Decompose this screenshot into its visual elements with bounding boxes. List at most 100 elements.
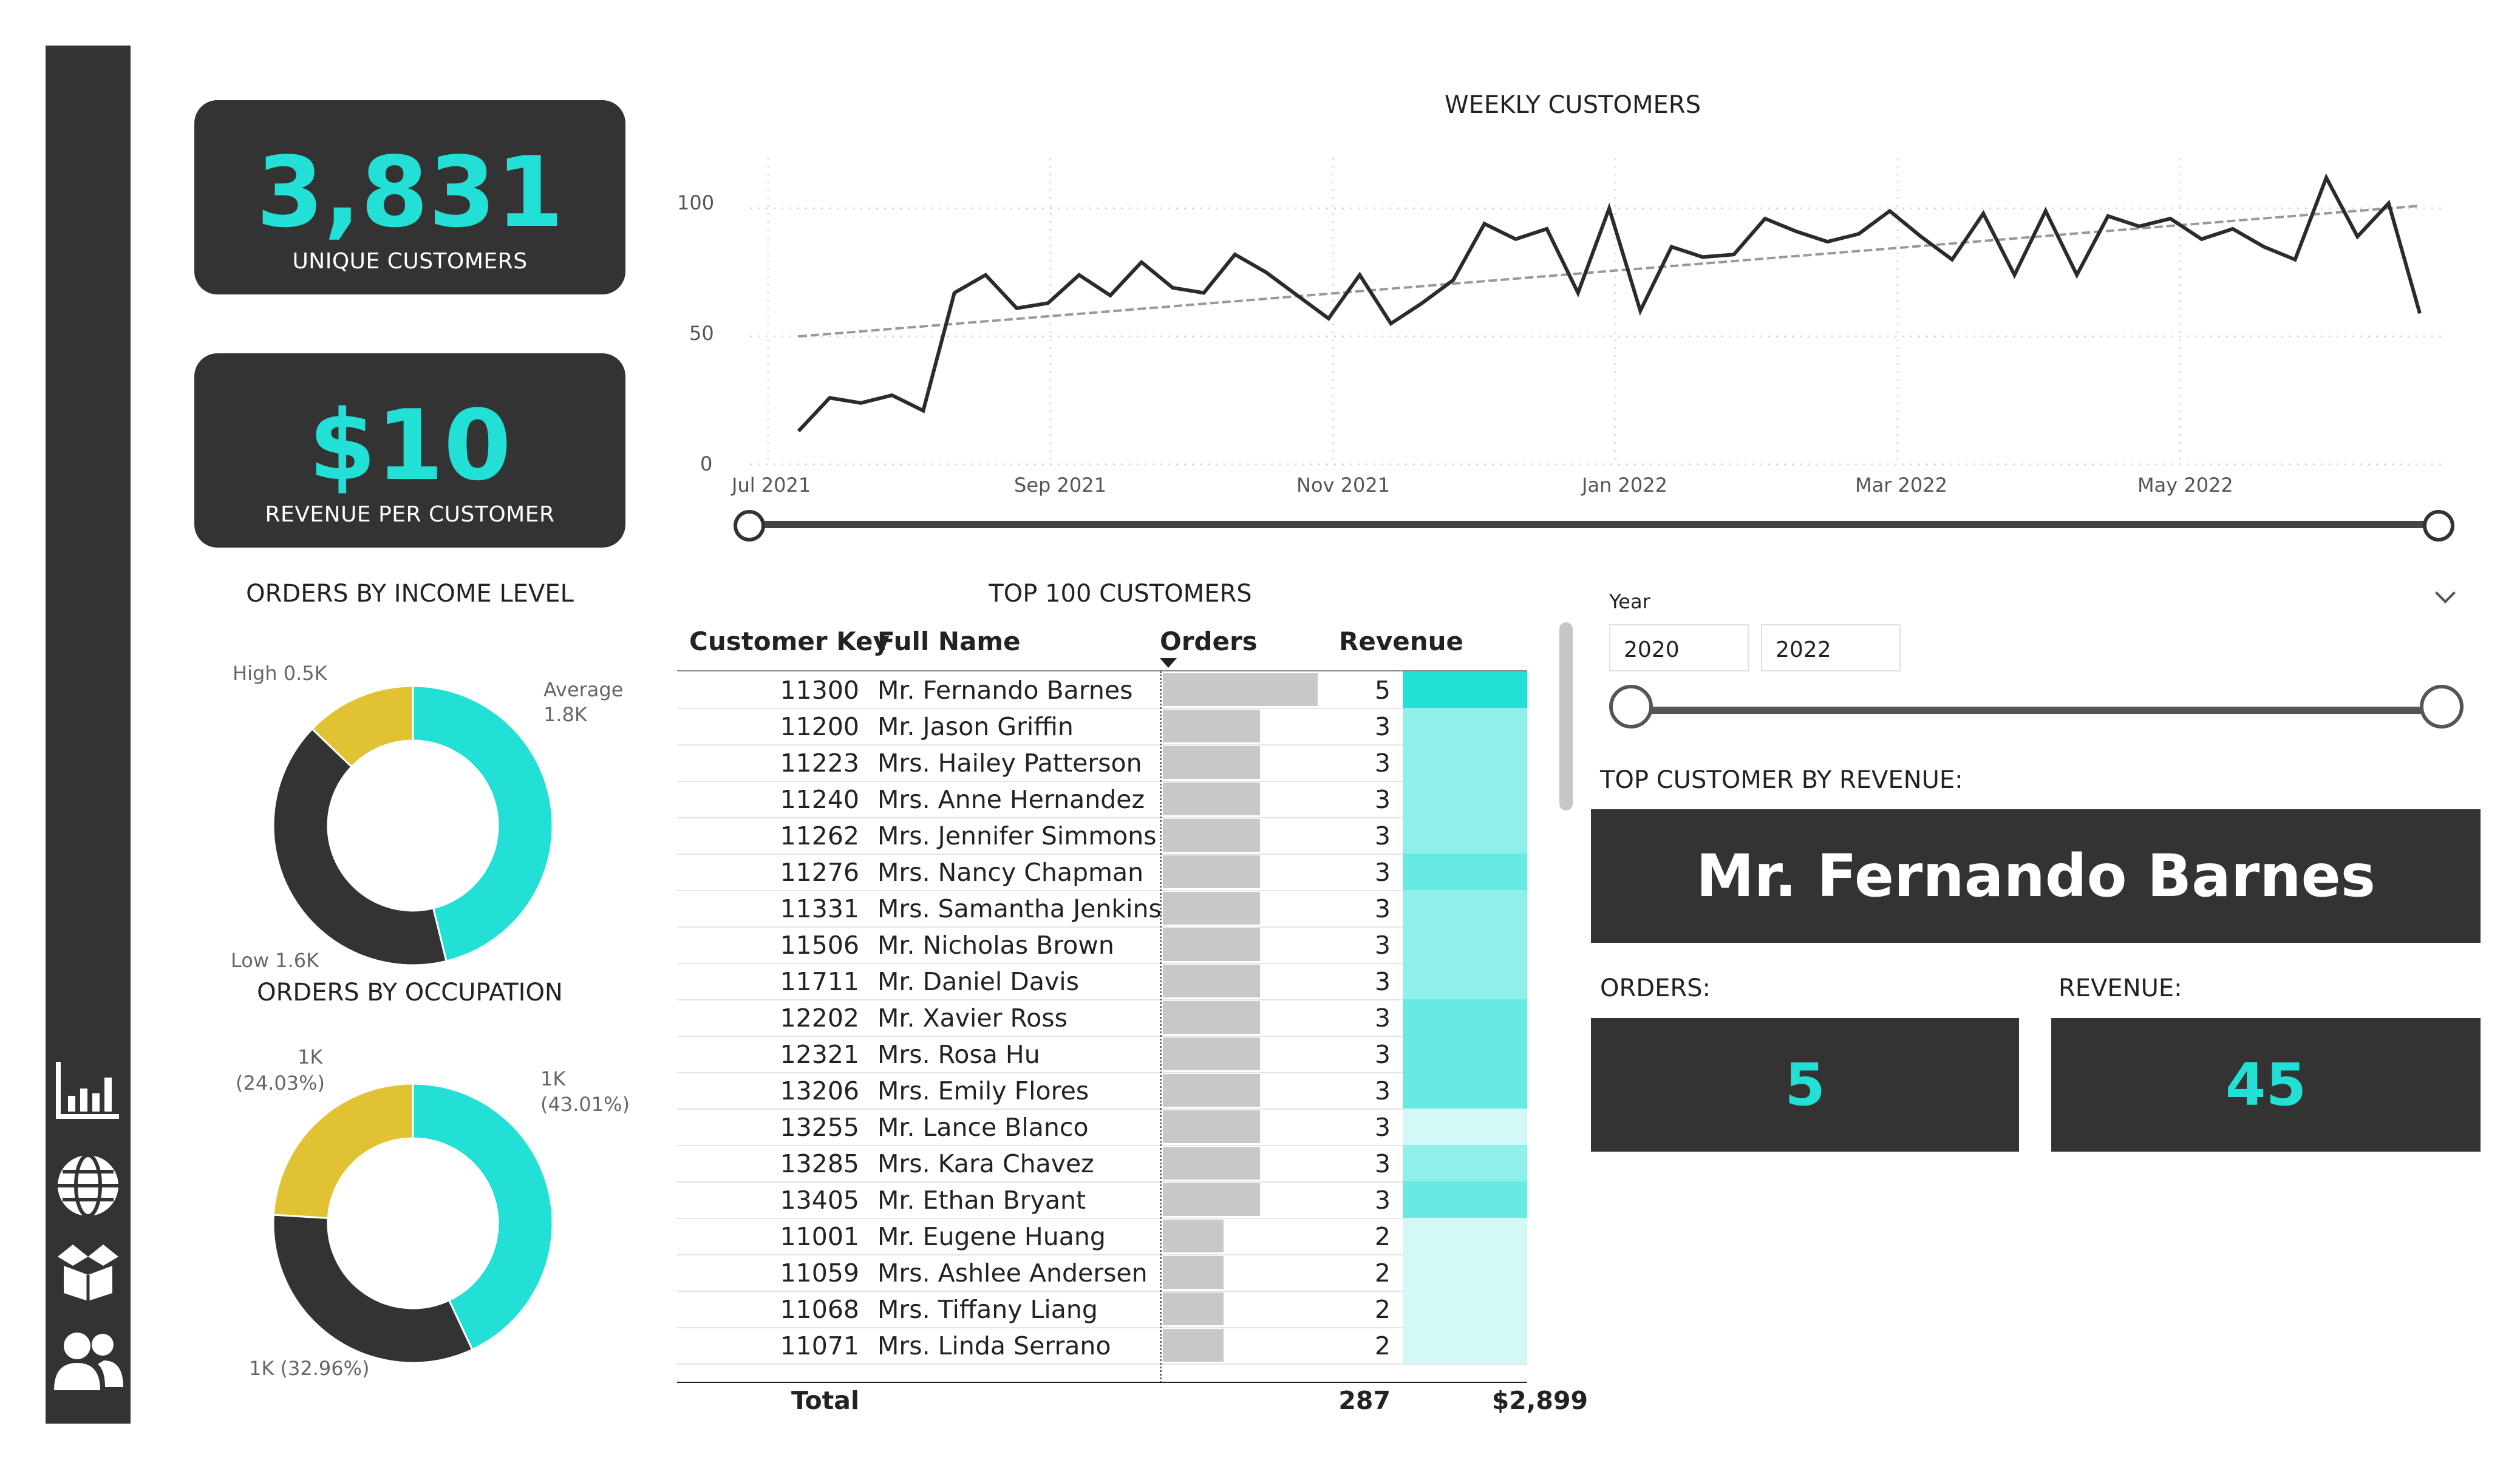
year-slicer-label: Year <box>1609 590 1650 613</box>
date-range-start-handle[interactable] <box>734 510 765 542</box>
table-row[interactable]: 11262 Mrs. Jennifer Simmons 3 $30 <box>677 817 1527 855</box>
unique-customers-label: UNIQUE CUSTOMERS <box>292 249 528 274</box>
bar-chart-icon[interactable] <box>52 1053 124 1126</box>
customer-key-cell: 11071 <box>780 1331 859 1360</box>
unique-customers-value: 3,831 <box>256 135 564 249</box>
box-icon[interactable] <box>52 1235 124 1308</box>
sort-descending-icon[interactable] <box>1160 658 1177 668</box>
orders-cell: 5 <box>1374 676 1391 705</box>
orders-cell: 3 <box>1374 1186 1391 1215</box>
table-row[interactable]: 11001 Mr. Eugene Huang 2 $20 <box>677 1218 1527 1255</box>
table-row[interactable]: 11223 Mrs. Hailey Patterson 3 $30 <box>677 744 1527 782</box>
full-name-cell: Mrs. Tiffany Liang <box>877 1295 1098 1324</box>
revenue-per-customer-card: $10 REVENUE PER CUSTOMER <box>194 353 625 548</box>
year-to-input[interactable]: 2022 <box>1761 624 1901 671</box>
column-header-full-name[interactable]: Full Name <box>877 627 1021 656</box>
occupation-b-label: 1K (32.96%) <box>249 1357 370 1380</box>
occupation-slice <box>272 1082 414 1220</box>
full-name-cell: Mr. Jason Griffin <box>877 712 1074 741</box>
customer-key-cell: 13255 <box>780 1113 859 1142</box>
customer-key-cell: 11223 <box>780 749 859 778</box>
x-tick-label: Jan 2022 <box>1582 474 1667 497</box>
customer-key-cell: 11331 <box>780 894 859 923</box>
orders-cell: 3 <box>1374 821 1391 851</box>
occupation-a-pct: (43.01%) <box>540 1093 630 1116</box>
full-name-cell: Mrs. Hailey Patterson <box>877 749 1142 778</box>
orders-cell: 3 <box>1374 858 1391 887</box>
navigation-sidebar <box>46 46 131 1424</box>
column-header-revenue[interactable]: Revenue <box>1339 627 1463 656</box>
x-tick-label: Sep 2021 <box>1014 474 1106 497</box>
orders-cell: 3 <box>1374 785 1391 814</box>
customer-key-cell: 11200 <box>780 712 859 741</box>
table-row[interactable]: 11300 Mr. Fernando Barnes 5 $45 <box>677 671 1527 709</box>
table-row[interactable]: 13285 Mrs. Kara Chavez 3 $30 <box>677 1145 1527 1183</box>
full-name-cell: Mrs. Rosa Hu <box>877 1040 1040 1069</box>
revenue-cell: $35 <box>1403 1076 1527 1106</box>
revenue-cell: $35 <box>1403 1039 1527 1070</box>
chevron-down-icon[interactable] <box>2435 583 2456 603</box>
income-chart-title: ORDERS BY INCOME LEVEL <box>246 580 574 608</box>
table-row[interactable]: 12321 Mrs. Rosa Hu 3 $35 <box>677 1036 1527 1073</box>
full-name-cell: Mr. Xavier Ross <box>877 1004 1068 1033</box>
total-divider <box>677 1382 1527 1383</box>
table-row[interactable]: 11506 Mr. Nicholas Brown 3 $30 <box>677 926 1527 964</box>
full-name-cell: Mr. Eugene Huang <box>877 1222 1106 1251</box>
customer-key-cell: 12202 <box>780 1004 859 1033</box>
revenue-cell: $30 <box>1403 930 1527 960</box>
table-row[interactable]: 11711 Mr. Daniel Davis 3 $30 <box>677 963 1527 1000</box>
top-orders-value: 5 <box>1591 1018 2019 1152</box>
year-from-input[interactable]: 2020 <box>1609 624 1749 671</box>
table-scrollbar[interactable] <box>1559 622 1573 810</box>
revenue-cell: $20 <box>1403 1112 1527 1143</box>
year-slider-start-handle[interactable] <box>1609 685 1653 728</box>
orders-cell: 3 <box>1374 894 1391 923</box>
column-header-orders[interactable]: Orders <box>1160 627 1258 656</box>
table-row[interactable]: 11071 Mrs. Linda Serrano 2 $20 <box>677 1327 1527 1365</box>
table-row[interactable]: 11331 Mrs. Samantha Jenkins 3 $30 <box>677 890 1527 928</box>
table-row[interactable]: 12202 Mr. Xavier Ross 3 $35 <box>677 999 1527 1037</box>
top-revenue-value: 45 <box>2051 1018 2481 1152</box>
top-customer-name: Mr. Fernando Barnes <box>1591 809 2481 943</box>
customers-icon[interactable] <box>52 1323 124 1396</box>
customer-key-cell: 13206 <box>780 1076 859 1105</box>
table-row[interactable]: 11059 Mrs. Ashlee Andersen 2 $20 <box>677 1254 1527 1292</box>
revenue-cell: $35 <box>1403 1003 1527 1033</box>
table-row[interactable]: 13405 Mr. Ethan Bryant 3 $35 <box>677 1181 1527 1219</box>
income-average-label: Average <box>543 678 624 701</box>
revenue-cell: $20 <box>1403 1221 1527 1252</box>
full-name-cell: Mrs. Emily Flores <box>877 1076 1089 1105</box>
revenue-cell: $20 <box>1403 1294 1527 1325</box>
revenue-cell: $20 <box>1403 1331 1527 1361</box>
total-orders: 287 <box>1338 1386 1391 1415</box>
table-row[interactable]: 11200 Mr. Jason Griffin 3 $30 <box>677 708 1527 745</box>
table-row[interactable]: 13255 Mr. Lance Blanco 3 $20 <box>677 1109 1527 1146</box>
column-header-customer-key[interactable]: Customer Key <box>689 627 890 656</box>
occupation-slice <box>272 1214 474 1364</box>
revenue-cell: $35 <box>1403 857 1527 888</box>
total-revenue: $2,899 <box>1491 1386 1588 1415</box>
occupation-chart-title: ORDERS BY OCCUPATION <box>257 979 563 1007</box>
table-row[interactable]: 11240 Mrs. Anne Hernandez 3 $30 <box>677 781 1527 818</box>
year-slider-end-handle[interactable] <box>2420 685 2464 728</box>
y-tick-label: 0 <box>700 452 713 475</box>
globe-icon[interactable] <box>52 1149 124 1222</box>
full-name-cell: Mrs. Nancy Chapman <box>877 858 1144 887</box>
full-name-cell: Mr. Ethan Bryant <box>877 1186 1086 1215</box>
table-row[interactable]: 11276 Mrs. Nancy Chapman 3 $35 <box>677 854 1527 891</box>
x-tick-label: Mar 2022 <box>1855 474 1947 497</box>
table-body: 11300 Mr. Fernando Barnes 5 $45 11200 Mr. Jas… <box>677 670 1527 1383</box>
full-name-cell: Mr. Nicholas Brown <box>877 931 1114 960</box>
orders-cell: 2 <box>1374 1222 1391 1251</box>
orders-cell: 3 <box>1374 931 1391 960</box>
orders-cell: 3 <box>1374 1113 1391 1142</box>
full-name-cell: Mrs. Ashlee Andersen <box>877 1258 1148 1288</box>
customer-key-cell: 11300 <box>780 676 859 705</box>
orders-cell: 3 <box>1374 967 1391 996</box>
table-row[interactable]: 11068 Mrs. Tiffany Liang 2 $20 <box>677 1291 1527 1328</box>
date-range-end-handle[interactable] <box>2423 510 2454 542</box>
revenue-cell: $30 <box>1403 821 1527 851</box>
income-slice <box>272 727 448 966</box>
top-customers-table[interactable]: Customer Key Full Name Orders Revenue 11… <box>677 619 1588 1415</box>
table-row[interactable]: 13206 Mrs. Emily Flores 3 $35 <box>677 1072 1527 1110</box>
